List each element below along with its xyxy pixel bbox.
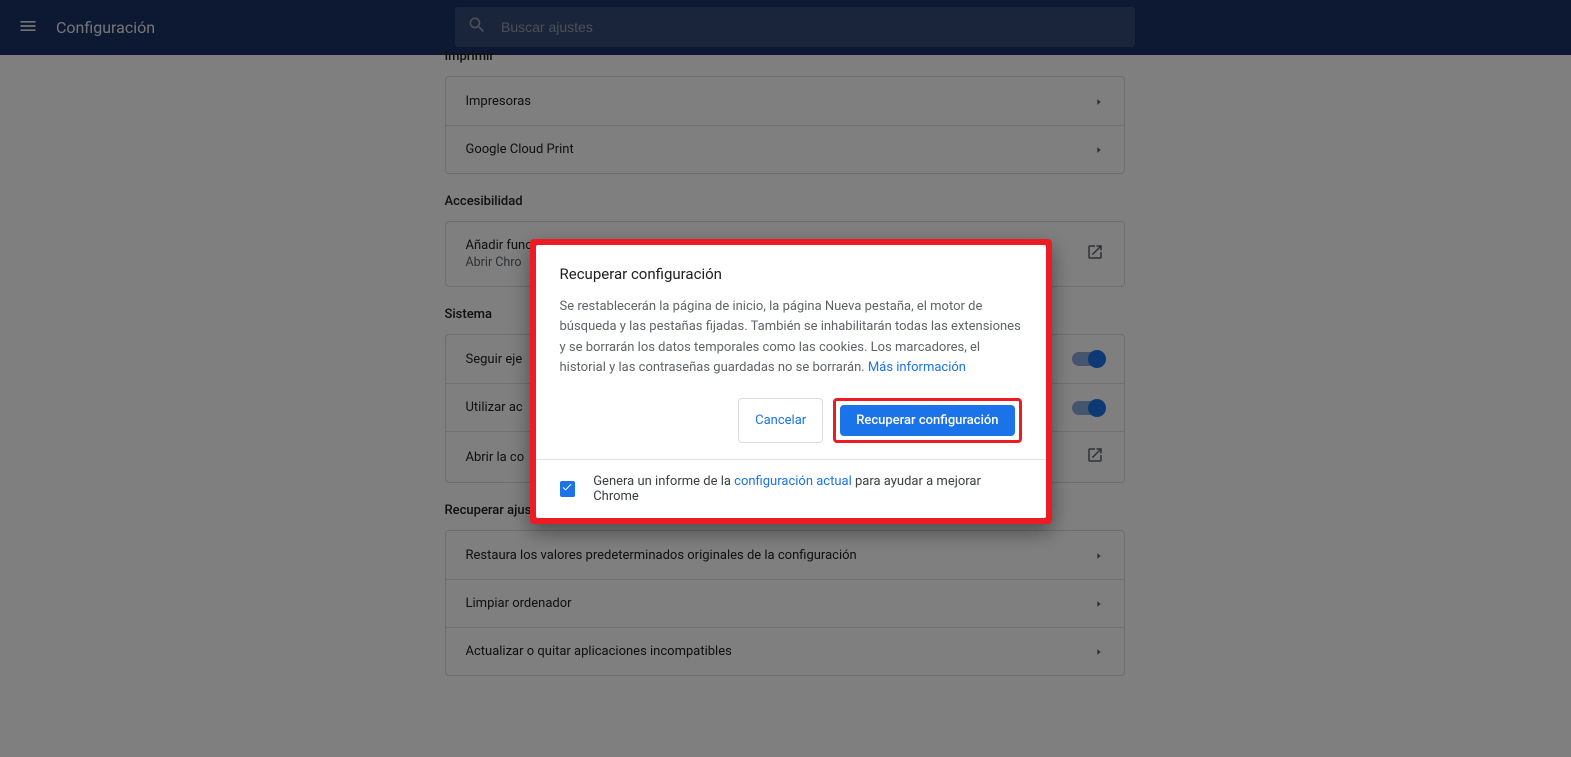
more-info-link[interactable]: Más información: [868, 360, 966, 375]
modal-overlay: Recuperar configuración Se restablecerán…: [0, 0, 1571, 757]
current-settings-link[interactable]: configuración actual: [734, 474, 852, 489]
footer-text: Genera un informe de la configuración ac…: [593, 474, 1021, 504]
confirm-reset-button[interactable]: Recuperar configuración: [840, 405, 1014, 436]
dialog-title: Recuperar configuración: [560, 265, 1022, 283]
footer-pre: Genera un informe de la: [593, 474, 734, 489]
dialog-actions: Cancelar Recuperar configuración: [560, 398, 1022, 443]
report-checkbox[interactable]: [560, 481, 576, 497]
tutorial-highlight-confirm: Recuperar configuración: [833, 398, 1021, 443]
dialog-body: Recuperar configuración Se restablecerán…: [536, 245, 1046, 459]
cancel-button[interactable]: Cancelar: [738, 398, 823, 443]
dialog-footer: Genera un informe de la configuración ac…: [536, 459, 1046, 518]
tutorial-highlight-box: Recuperar configuración Se restablecerán…: [530, 239, 1052, 524]
reset-dialog: Recuperar configuración Se restablecerán…: [536, 245, 1046, 518]
check-icon: [561, 481, 573, 497]
dialog-description: Se restablecerán la página de inicio, la…: [560, 297, 1022, 378]
